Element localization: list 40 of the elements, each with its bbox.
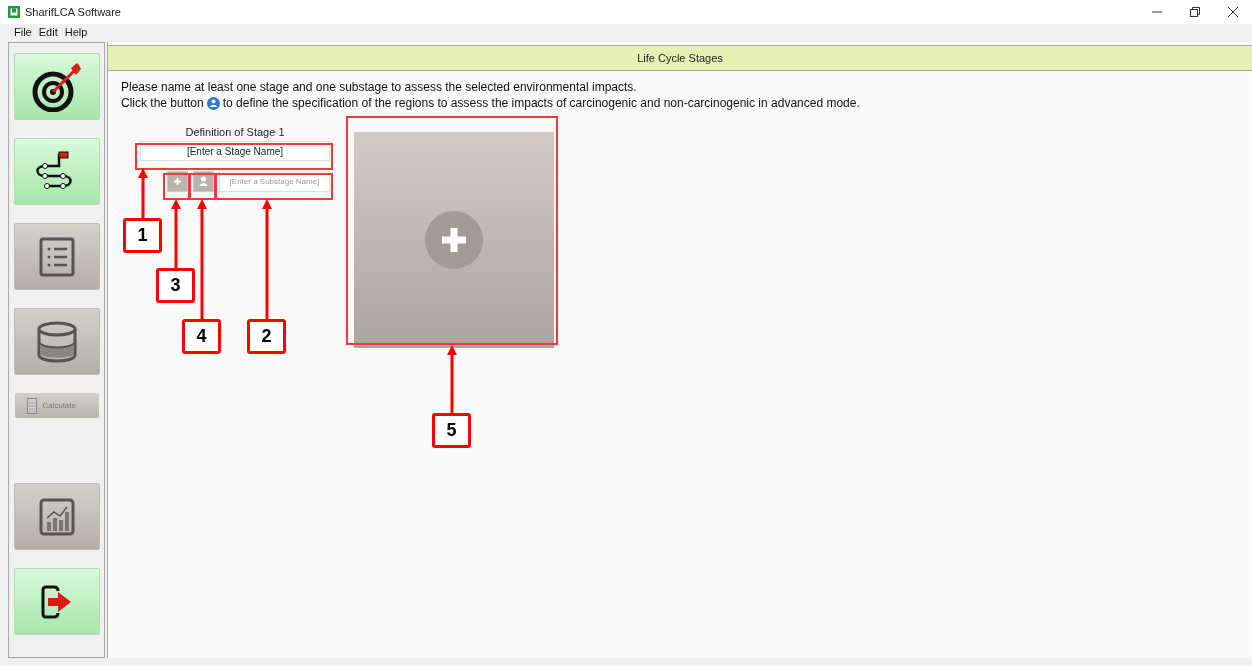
person-icon	[206, 96, 220, 110]
close-icon[interactable]	[1227, 6, 1239, 18]
chart-icon	[38, 497, 75, 536]
highlight-frame	[163, 173, 190, 200]
callout-number: 4	[182, 319, 221, 354]
instruction-text: to define the specification of the regions to assess the impacts of carcinogenic and non-carcinogenic in advanced mode.	[222, 95, 860, 111]
callout-arrow	[447, 345, 457, 413]
instruction-text: Please name at least one stage and one substage to assess the selected environmental impacts.	[121, 79, 637, 95]
callout-number: 5	[432, 413, 471, 448]
substage-name-field[interactable]: [Enter a Substage Name]	[219, 171, 330, 192]
list-button[interactable]	[13, 223, 100, 290]
menu-item[interactable]: File	[14, 26, 32, 38]
menu-item[interactable]: Edit	[38, 26, 58, 38]
database-icon	[35, 320, 78, 363]
database-button[interactable]	[13, 308, 100, 375]
instruction-text: Click the button	[121, 95, 204, 111]
exit-button[interactable]	[13, 568, 100, 635]
callout-arrow	[171, 199, 181, 268]
stage-name-field[interactable]: [Enter a Stage Name]	[140, 141, 330, 161]
target-button[interactable]	[13, 53, 100, 120]
stage-title: Definition of Stage 1	[185, 126, 285, 138]
callout-number: 3	[156, 268, 195, 303]
route-button[interactable]	[13, 138, 100, 205]
person-icon	[198, 176, 209, 187]
calculator-icon	[26, 397, 37, 414]
chart-button[interactable]	[13, 483, 100, 550]
window-title: SharifLCA Software	[25, 6, 121, 18]
callout-arrow	[138, 168, 148, 218]
target-icon	[30, 61, 83, 112]
add-button[interactable]	[167, 171, 188, 192]
menu-item[interactable]: Help	[64, 26, 88, 38]
app-logo-icon	[8, 6, 20, 18]
plus-icon	[425, 211, 483, 269]
restore-icon[interactable]	[1189, 6, 1201, 18]
plus-icon	[174, 178, 181, 185]
callout-number: 1	[123, 218, 162, 253]
section-header: Life Cycle Stages	[108, 45, 1252, 71]
region-button[interactable]	[193, 171, 214, 192]
callout-number: 2	[247, 319, 286, 354]
list-icon	[38, 236, 75, 277]
